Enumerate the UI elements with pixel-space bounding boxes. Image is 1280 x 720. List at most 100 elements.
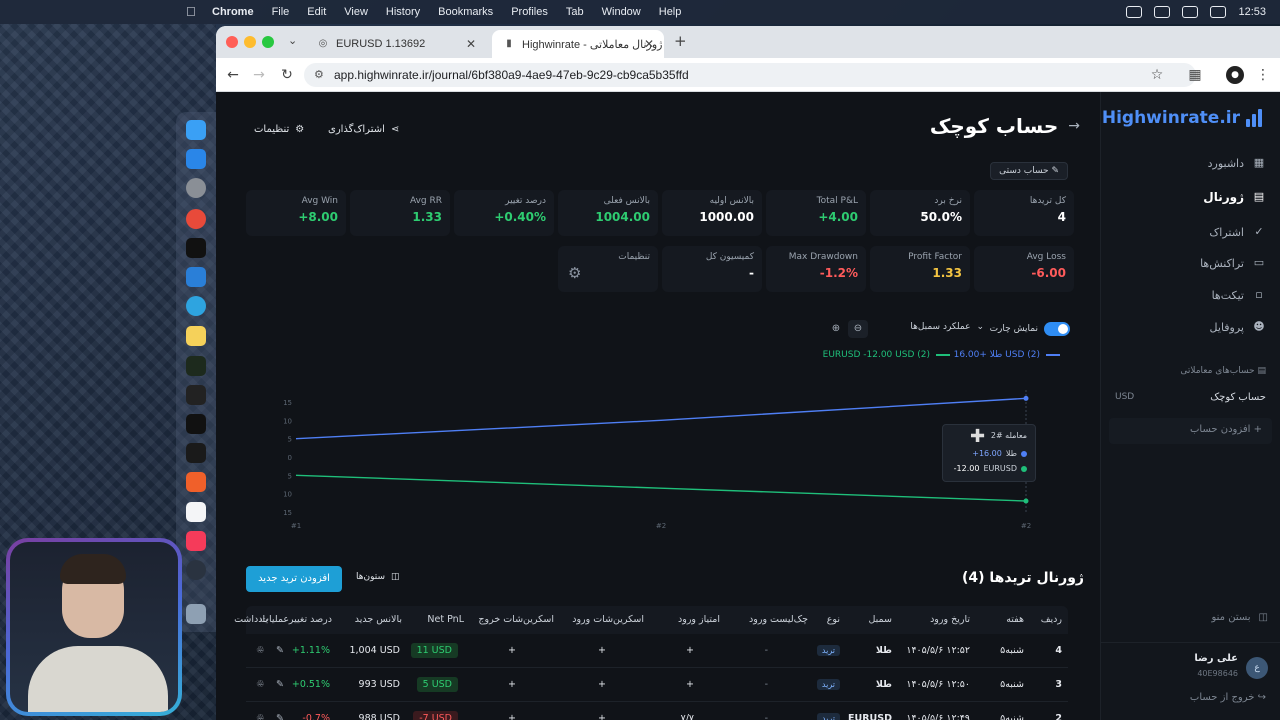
cell-shot-out[interactable]: + [508, 713, 516, 720]
tab-eurusd[interactable]: ◎ EURUSD 1.13692 ✕ [306, 30, 486, 58]
app-icon-burst[interactable] [186, 472, 206, 492]
delete-icon[interactable]: ♲ [256, 679, 265, 690]
menu-clock[interactable]: 12:53 [1238, 6, 1266, 18]
menu-file[interactable]: File [272, 6, 290, 18]
sidebar-item-subscription[interactable]: اشتراک ✓ [1116, 219, 1266, 245]
capcut-icon[interactable] [186, 443, 206, 463]
menu-bookmarks[interactable]: Bookmarks [438, 6, 493, 18]
status-cast-icon[interactable] [1154, 6, 1171, 18]
columns-button[interactable]: ستون‌ها ◫ [356, 572, 400, 582]
commission-settings-card[interactable]: تنظیمات ⚙ [558, 246, 658, 292]
status-screen-icon[interactable] [1126, 6, 1143, 18]
close-menu-button[interactable]: بستن منو ◫ [1211, 612, 1268, 623]
site-info-icon[interactable]: ⚙ [314, 63, 324, 87]
series-point[interactable] [1023, 498, 1029, 504]
blank-app-icon[interactable] [186, 502, 206, 522]
clock-app-icon[interactable] [186, 560, 206, 580]
menu-help[interactable]: Help [659, 6, 682, 18]
edit-icon[interactable]: ✎ [276, 645, 284, 656]
chart-mode-dropdown[interactable]: عملکرد سمبل‌ها ⌄ [910, 322, 984, 332]
col-header[interactable]: بالانس جدید [355, 614, 402, 625]
settings-button[interactable]: تنظیمات ⚙ [254, 124, 304, 135]
gear-icon[interactable]: ⚙ [568, 264, 581, 282]
app-store-icon[interactable] [186, 149, 206, 169]
table-row[interactable]: 3 ۵شنبه ۱۴۰۵/۵/۶ ۱۲:۵۰ طلا ترید - + + +5 USD 993 … [246, 668, 1068, 702]
delete-icon[interactable]: ♲ [256, 645, 265, 656]
sidebar-item-transactions[interactable]: تراکنش‌ها ▭ [1116, 250, 1266, 276]
chrome-menu-icon[interactable]: ⋮ [1254, 66, 1272, 84]
col-header[interactable]: ردیف [1041, 614, 1062, 625]
col-header[interactable]: اسکرین‌شات خروج [478, 614, 554, 625]
settings-icon[interactable] [186, 178, 206, 198]
share-button[interactable]: اشتراک‌گذاری ⋖ [328, 124, 399, 135]
cell-score[interactable]: ۷/۷ [681, 713, 694, 720]
finder-icon[interactable] [186, 120, 206, 140]
docker-icon[interactable] [186, 267, 206, 287]
music-icon[interactable] [186, 531, 206, 551]
telegram-icon[interactable] [186, 296, 206, 316]
menu-history[interactable]: History [386, 6, 420, 18]
cell-shot-in[interactable]: + [598, 645, 606, 656]
col-header[interactable]: تاریخ ورود [930, 614, 970, 625]
col-header[interactable]: سمبل [868, 614, 892, 625]
col-header[interactable]: هفته [1006, 614, 1024, 625]
apple-icon[interactable]:  [186, 5, 200, 19]
table-row[interactable]: 2 ۵شنبه ۱۴۰۵/۵/۶ ۱۲:۴۹ EURUSD ترید - ۷/۷ + + -7 U… [246, 702, 1068, 720]
col-header[interactable]: نوع [827, 614, 840, 625]
reload-icon[interactable]: ↻ [278, 66, 296, 84]
edit-icon[interactable]: ✎ [276, 679, 284, 690]
bookmark-star-icon[interactable]: ☆ [1148, 66, 1166, 84]
cell-shot-out[interactable]: + [508, 679, 516, 690]
extensions-icon[interactable]: ▦ [1186, 66, 1204, 84]
edit-icon[interactable]: ✎ [276, 713, 284, 720]
menu-view[interactable]: View [344, 6, 368, 18]
app-icon-k[interactable] [186, 414, 206, 434]
status-keyboard-icon[interactable] [1182, 6, 1199, 18]
logout-button[interactable]: خروج از حساب ↪ [1190, 692, 1266, 703]
maximize-window-button[interactable] [262, 36, 274, 48]
tab-close-icon[interactable]: ✕ [644, 37, 654, 51]
notes-icon[interactable] [186, 326, 206, 346]
zoom-out-icon[interactable]: ⊖ [848, 320, 868, 338]
series-point[interactable] [1023, 395, 1029, 401]
col-header[interactable]: امتیاز ورود [678, 614, 720, 625]
menu-app-name[interactable]: Chrome [212, 6, 254, 18]
cell-shot-in[interactable]: + [598, 679, 606, 690]
col-header[interactable]: چک‌لیست ورود [749, 614, 808, 625]
sidebar-item-journal[interactable]: ژورنال ▤ [1116, 184, 1266, 210]
control-center-icon[interactable] [1210, 6, 1227, 18]
new-tab-button[interactable]: + [674, 32, 687, 50]
profile-avatar-icon[interactable]: ● [1226, 66, 1244, 84]
cell-shot-out[interactable]: + [508, 645, 516, 656]
back-arrow-icon[interactable]: → [1068, 118, 1080, 134]
zoom-in-icon[interactable]: ⊕ [826, 320, 846, 338]
url-field[interactable]: ⚙ app.highwinrate.ir/journal/6bf380a9-4a… [304, 63, 1196, 87]
tab-highwinrate[interactable]: ▮ Highwinrate - ژورنال معاملاتی ✕ [492, 30, 664, 58]
close-window-button[interactable] [226, 36, 238, 48]
sidebar-item-dashboard[interactable]: داشبورد ▦ [1116, 150, 1266, 176]
sidebar-item-profile[interactable]: پروفایل ☻ [1116, 314, 1266, 340]
menu-edit[interactable]: Edit [307, 6, 326, 18]
delete-icon[interactable]: ♲ [256, 713, 265, 720]
col-header[interactable]: درصد تغییر [289, 614, 332, 625]
cell-score[interactable]: + [686, 679, 694, 690]
terminal-icon[interactable] [186, 385, 206, 405]
tab-close-icon[interactable]: ✕ [466, 37, 476, 51]
cursor-icon[interactable] [186, 238, 206, 258]
trash-icon[interactable] [186, 604, 206, 624]
forward-icon[interactable]: → [250, 66, 268, 84]
menu-window[interactable]: Window [602, 6, 641, 18]
cell-score[interactable]: + [686, 645, 694, 656]
menu-tab[interactable]: Tab [566, 6, 584, 18]
add-trade-button[interactable]: افزودن ترید جدید [246, 566, 342, 592]
col-header[interactable]: اسکرین‌شات ورود [572, 614, 644, 625]
sidebar-item-tickets[interactable]: تیکت‌ها ▫ [1116, 282, 1266, 308]
table-row[interactable]: 4 ۵شنبه ۱۴۰۵/۵/۶ ۱۲:۵۲ طلا ترید - + + +11 USD 1,0… [246, 634, 1068, 668]
back-icon[interactable]: ← [224, 66, 242, 84]
minimize-window-button[interactable] [244, 36, 256, 48]
chrome-icon[interactable] [186, 209, 206, 229]
cell-shot-in[interactable]: + [598, 713, 606, 720]
show-chart-toggle[interactable] [1044, 322, 1070, 336]
add-account-button[interactable]: افزودن حساب + [1109, 418, 1272, 444]
accounts-section-title[interactable]: حساب‌های معاملاتی ▤ [1180, 366, 1266, 376]
